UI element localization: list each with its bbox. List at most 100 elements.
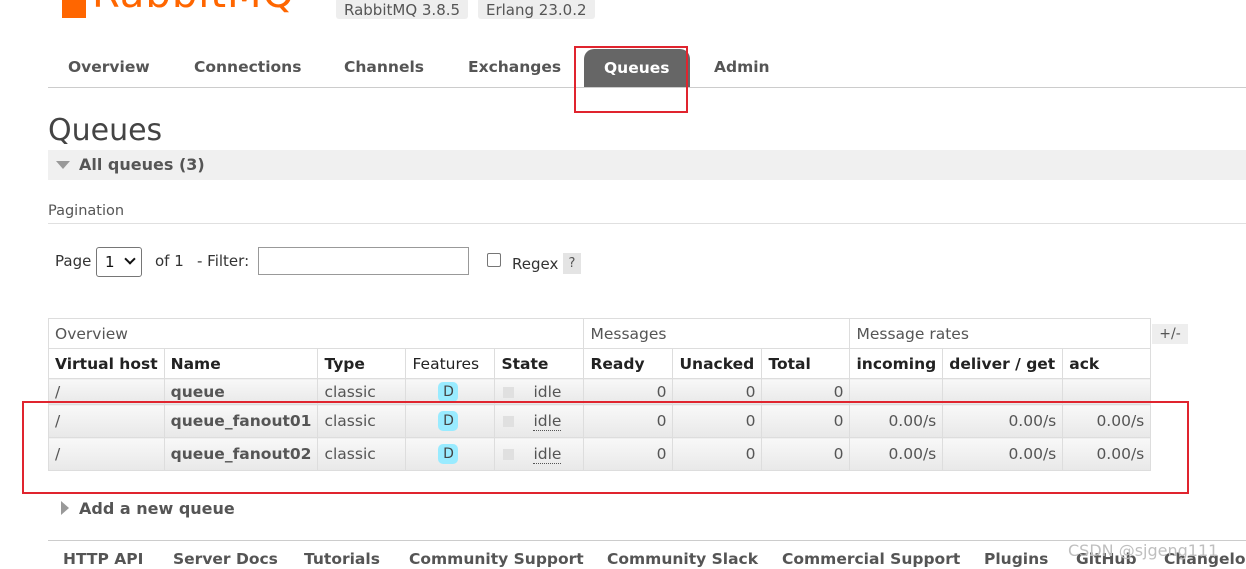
- cell-incoming: [849, 378, 944, 405]
- cell-total: 0: [761, 437, 851, 471]
- state-label: idle: [533, 382, 562, 402]
- tab-exchanges[interactable]: Exchanges: [448, 47, 581, 87]
- cell-deliver-get: 0.00/s: [942, 437, 1064, 471]
- filter-label: - Filter:: [197, 252, 250, 270]
- state-label: idle: [533, 445, 562, 464]
- cell-ack: [1062, 378, 1152, 405]
- all-queues-title: All queues (3): [79, 155, 205, 174]
- footer-link-plugins[interactable]: Plugins: [984, 550, 1048, 568]
- cell-features: D: [405, 437, 496, 471]
- expand-arrow-icon: [61, 501, 69, 515]
- col-virtual-host[interactable]: Virtual host: [48, 348, 165, 379]
- col-ack[interactable]: ack: [1062, 348, 1152, 379]
- cell-vhost: /: [48, 404, 165, 438]
- page-select[interactable]: 1: [96, 247, 142, 277]
- col-ready[interactable]: Ready: [583, 348, 674, 379]
- logo-text: RabbitMQ: [92, 0, 295, 14]
- page-label: Page: [55, 252, 92, 270]
- cell-deliver-get: [942, 378, 1064, 405]
- cell-type: classic: [317, 404, 407, 438]
- filter-input[interactable]: [258, 247, 469, 275]
- state-label: idle: [533, 412, 562, 431]
- col-features: Features: [405, 348, 496, 379]
- main-nav: Overview Connections Channels Exchanges …: [48, 47, 1246, 88]
- erlang-version-badge: Erlang 23.0.2: [478, 0, 595, 19]
- cell-total: 0: [761, 404, 851, 438]
- page-title: Queues: [48, 113, 163, 148]
- cell-incoming: 0.00/s: [849, 404, 944, 438]
- col-unacked[interactable]: Unacked: [672, 348, 763, 379]
- cell-ack: 0.00/s: [1062, 404, 1152, 438]
- state-indicator-icon: [503, 449, 515, 460]
- pagination-label: Pagination: [48, 203, 125, 219]
- queue-name-link[interactable]: queue: [163, 378, 319, 405]
- cell-features: D: [405, 378, 496, 405]
- all-queues-toggle[interactable]: All queues (3): [48, 150, 1246, 180]
- table-row: / queue_fanout01 classic D idle 0 0 0 0.…: [48, 404, 1152, 438]
- page-select-value: 1: [105, 253, 115, 271]
- cell-state: idle: [494, 437, 585, 471]
- cell-unacked: 0: [672, 437, 763, 471]
- durable-badge: D: [438, 444, 459, 464]
- cell-ack: 0.00/s: [1062, 437, 1152, 471]
- group-messages: Messages: [583, 318, 851, 349]
- cell-vhost: /: [48, 437, 165, 471]
- cell-ready: 0: [583, 437, 674, 471]
- footer-link-http-api[interactable]: HTTP API: [63, 550, 143, 568]
- tab-overview[interactable]: Overview: [48, 47, 170, 87]
- rabbitmq-version-badge: RabbitMQ 3.8.5: [336, 0, 469, 19]
- durable-badge: D: [438, 381, 459, 402]
- cell-total: 0: [761, 378, 851, 405]
- col-state[interactable]: State: [494, 348, 585, 379]
- page-count-label: of 1: [155, 252, 184, 270]
- state-indicator-icon: [503, 416, 515, 427]
- cell-state: idle: [494, 378, 585, 405]
- tab-queues[interactable]: Queues: [584, 49, 690, 87]
- column-toggle-button[interactable]: +/-: [1152, 324, 1188, 344]
- col-type[interactable]: Type: [317, 348, 407, 379]
- footer-divider: [48, 540, 1246, 541]
- group-overview: Overview: [47, 318, 585, 349]
- footer-link-tutorials[interactable]: Tutorials: [304, 550, 380, 568]
- table-row: / queue classic D idle 0 0 0: [48, 378, 1152, 405]
- add-queue-toggle[interactable]: Add a new queue: [79, 499, 235, 518]
- footer-link-server-docs[interactable]: Server Docs: [173, 550, 278, 568]
- col-incoming[interactable]: incoming: [849, 348, 944, 379]
- collapse-arrow-icon: [56, 161, 70, 169]
- cell-unacked: 0: [672, 404, 763, 438]
- cell-unacked: 0: [672, 378, 763, 405]
- col-deliver-get[interactable]: deliver / get: [942, 348, 1064, 379]
- cell-vhost: /: [48, 378, 165, 405]
- chevron-down-icon: [124, 253, 136, 265]
- col-name[interactable]: Name: [163, 348, 319, 379]
- queue-name-link[interactable]: queue_fanout02: [163, 437, 319, 471]
- cell-state: idle: [494, 404, 585, 438]
- pagination-divider: [48, 223, 1246, 224]
- tab-channels[interactable]: Channels: [324, 47, 444, 87]
- cell-incoming: 0.00/s: [849, 437, 944, 471]
- tab-admin[interactable]: Admin: [694, 47, 790, 87]
- tab-connections[interactable]: Connections: [174, 47, 321, 87]
- queue-name-link[interactable]: queue_fanout01: [163, 404, 319, 438]
- regex-checkbox[interactable]: [487, 253, 501, 267]
- group-message-rates: Message rates: [849, 318, 1152, 349]
- cell-ready: 0: [583, 404, 674, 438]
- cell-deliver-get: 0.00/s: [942, 404, 1064, 438]
- col-total[interactable]: Total: [761, 348, 851, 379]
- cell-features: D: [405, 404, 496, 438]
- table-row: / queue_fanout02 classic D idle 0 0 0 0.…: [48, 437, 1152, 471]
- regex-help-button[interactable]: ?: [563, 253, 581, 274]
- cell-ready: 0: [583, 378, 674, 405]
- regex-label: Regex: [512, 255, 559, 273]
- cell-type: classic: [317, 378, 407, 405]
- durable-badge: D: [438, 411, 459, 431]
- state-indicator-icon: [503, 386, 515, 398]
- queues-table: Overview Messages Message rates Virtual …: [47, 318, 1152, 471]
- rabbitmq-logo: RabbitMQ TM: [62, 0, 322, 18]
- logo-mark: [62, 0, 86, 18]
- cell-type: classic: [317, 437, 407, 471]
- footer-link-community-support[interactable]: Community Support: [409, 550, 584, 568]
- footer-link-community-slack[interactable]: Community Slack: [607, 550, 758, 568]
- watermark: CSDN @sjgeng111: [1068, 541, 1219, 560]
- footer-link-commercial-support[interactable]: Commercial Support: [782, 550, 960, 568]
